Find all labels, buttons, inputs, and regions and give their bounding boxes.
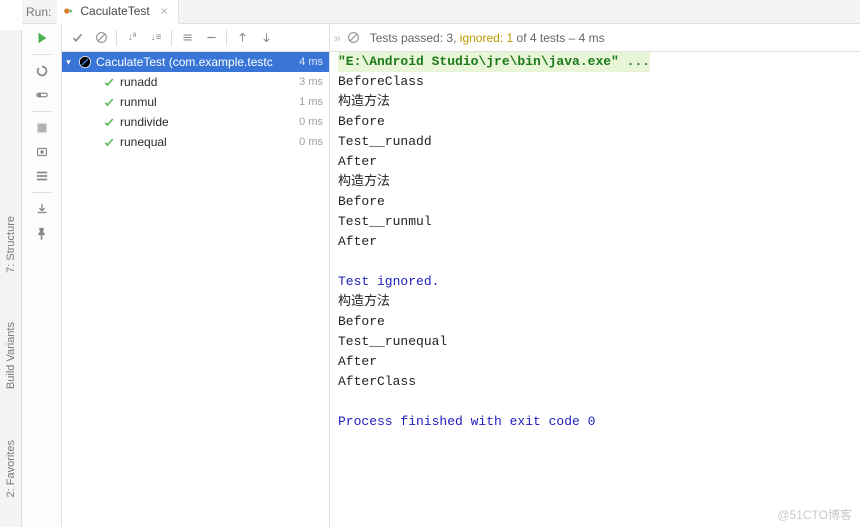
separator [32, 192, 52, 193]
toggle-auto-button[interactable] [32, 85, 52, 105]
status-text: Tests passed: 3, ignored: 1 of 4 tests –… [370, 31, 605, 45]
test-node[interactable]: runmul1 ms [62, 92, 329, 112]
top-bar: Run: CaculateTest × [22, 0, 860, 24]
prev-test-button[interactable] [231, 27, 253, 49]
run-button[interactable] [32, 28, 52, 48]
test-time: 0 ms [299, 136, 323, 148]
test-root-name: CaculateTest (com.example.testc [96, 55, 299, 69]
separator [116, 30, 117, 46]
run-gutter [22, 24, 62, 527]
ignore-status-icon [78, 55, 92, 69]
pin-button[interactable] [32, 223, 52, 243]
tests-toolbar: ↓ª ↓≡ [62, 24, 329, 52]
settings-button[interactable] [32, 166, 52, 186]
test-time: 3 ms [299, 76, 323, 88]
sidebar-tab-favorites[interactable]: 2: Favorites [3, 430, 19, 507]
collapse-all-button[interactable] [200, 27, 222, 49]
test-time: 1 ms [299, 96, 323, 108]
close-icon[interactable]: × [161, 4, 168, 18]
tests-panel: ↓ª ↓≡ CaculateTest (com.example.testc 4 … [62, 24, 330, 527]
run-tab-title: CaculateTest [80, 4, 149, 18]
expand-all-button[interactable] [176, 27, 198, 49]
pass-icon [102, 135, 116, 149]
test-icon [63, 5, 75, 17]
separator [171, 30, 172, 46]
pass-icon [102, 115, 116, 129]
sort-alpha-button[interactable]: ↓ª [121, 27, 143, 49]
console-output[interactable]: "E:\Android Studio\jre\bin\java.exe" ...… [330, 52, 860, 527]
test-name: runmul [120, 95, 299, 109]
chevron-right-icon: » [334, 31, 341, 45]
test-node[interactable]: runadd3 ms [62, 72, 329, 92]
test-node[interactable]: rundivide0 ms [62, 112, 329, 132]
test-root-node[interactable]: CaculateTest (com.example.testc 4 ms [62, 52, 329, 72]
test-time: 0 ms [299, 116, 323, 128]
test-root-time: 4 ms [299, 56, 323, 68]
stop-button[interactable] [32, 118, 52, 138]
pass-icon [102, 95, 116, 109]
sidebar-tab-build-variants[interactable]: Build Variants [3, 312, 19, 399]
rerun-failed-button[interactable] [32, 61, 52, 81]
separator [226, 30, 227, 46]
next-test-button[interactable] [255, 27, 277, 49]
test-name: runadd [120, 75, 299, 89]
left-tool-tabs: 7: Structure Build Variants 2: Favorites [0, 30, 22, 527]
show-ignored-toggle[interactable] [90, 27, 112, 49]
show-passed-toggle[interactable] [66, 27, 88, 49]
ignore-status-icon [347, 31, 360, 44]
run-label: Run: [26, 5, 51, 19]
test-name: runequal [120, 135, 299, 149]
separator [32, 111, 52, 112]
test-name: rundivide [120, 115, 299, 129]
dump-button[interactable] [32, 142, 52, 162]
sort-time-button[interactable]: ↓≡ [145, 27, 167, 49]
status-bar: » Tests passed: 3, ignored: 1 of 4 tests… [330, 24, 860, 52]
tests-tree[interactable]: CaculateTest (com.example.testc 4 ms run… [62, 52, 329, 152]
expand-arrow-icon[interactable] [62, 58, 74, 67]
run-tab[interactable]: CaculateTest × [57, 0, 178, 24]
export-button[interactable] [32, 199, 52, 219]
separator [32, 54, 52, 55]
test-node[interactable]: runequal0 ms [62, 132, 329, 152]
pass-icon [102, 75, 116, 89]
sidebar-tab-structure[interactable]: 7: Structure [3, 206, 19, 283]
console-panel: » Tests passed: 3, ignored: 1 of 4 tests… [330, 24, 860, 527]
